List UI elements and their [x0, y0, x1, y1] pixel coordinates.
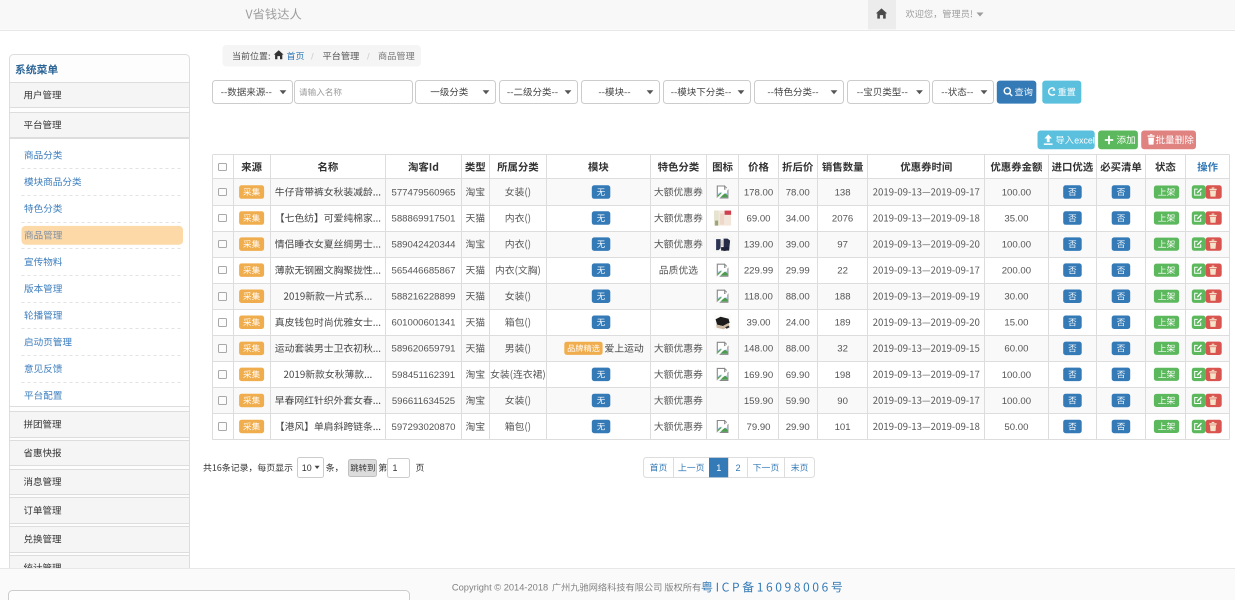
svg-text:100.00: 100.00: [1002, 240, 1031, 251]
svg-text:32: 32: [837, 344, 848, 355]
svg-text:589042420344: 589042420344: [391, 240, 456, 251]
svg-text:29.90: 29.90: [786, 422, 810, 433]
svg-text:39.00: 39.00: [786, 240, 810, 251]
svg-text:189: 189: [835, 318, 851, 329]
svg-text:565446685867: 565446685867: [391, 266, 455, 277]
svg-text:Copyright © 2014-2018: Copyright © 2014-2018: [452, 583, 548, 593]
svg-text:138: 138: [835, 187, 851, 198]
svg-text:159.90: 159.90: [744, 396, 773, 407]
svg-text:188: 188: [835, 292, 851, 303]
svg-text:/: /: [367, 50, 370, 61]
svg-text:35.00: 35.00: [1004, 214, 1028, 225]
svg-text:2: 2: [735, 463, 740, 473]
svg-text:24.00: 24.00: [786, 318, 810, 329]
svg-text:178.00: 178.00: [744, 187, 773, 198]
svg-text:100.00: 100.00: [1002, 187, 1031, 198]
svg-text:118.00: 118.00: [744, 292, 773, 303]
svg-text:596611634525: 596611634525: [392, 396, 455, 407]
svg-text:101: 101: [835, 422, 851, 433]
svg-text:97: 97: [837, 240, 848, 251]
svg-text:78.00: 78.00: [786, 187, 810, 198]
svg-text:/: /: [311, 50, 314, 61]
svg-text:588869917501: 588869917501: [391, 214, 455, 225]
svg-text:22: 22: [837, 266, 848, 277]
svg-text:90: 90: [837, 396, 848, 407]
svg-text:59.90: 59.90: [786, 396, 810, 407]
svg-text:1: 1: [716, 463, 721, 473]
svg-text:198: 198: [835, 370, 851, 381]
svg-text:100.00: 100.00: [1002, 370, 1031, 381]
svg-text:50.00: 50.00: [1004, 422, 1028, 433]
svg-text:2076: 2076: [832, 214, 853, 225]
svg-text:30.00: 30.00: [1004, 292, 1028, 303]
svg-text:10: 10: [302, 463, 312, 473]
svg-text:601000601341: 601000601341: [391, 318, 455, 329]
svg-text:148.00: 148.00: [744, 344, 773, 355]
svg-text:1: 1: [393, 463, 398, 473]
svg-text:139.00: 139.00: [744, 240, 773, 251]
svg-text:79.90: 79.90: [746, 422, 770, 433]
svg-text:229.99: 229.99: [744, 266, 773, 277]
svg-text:88.00: 88.00: [786, 344, 810, 355]
svg-text:200.00: 200.00: [1002, 266, 1031, 277]
svg-text:100.00: 100.00: [1002, 396, 1031, 407]
svg-text:598451162391: 598451162391: [392, 370, 455, 381]
svg-text:597293020870: 597293020870: [391, 422, 455, 433]
svg-text:88.00: 88.00: [786, 292, 810, 303]
svg-text:39.00: 39.00: [746, 318, 770, 329]
svg-text:589620659791: 589620659791: [391, 344, 455, 355]
svg-text:169.90: 169.90: [744, 370, 773, 381]
svg-text:588216228899: 588216228899: [391, 292, 455, 303]
svg-text:69.90: 69.90: [786, 370, 810, 381]
svg-text:15.00: 15.00: [1004, 318, 1028, 329]
svg-text:577479560965: 577479560965: [391, 187, 455, 198]
svg-text:excel: excel: [1074, 135, 1095, 145]
svg-text:34.00: 34.00: [786, 214, 810, 225]
svg-text:69.00: 69.00: [746, 214, 770, 225]
svg-text:29.99: 29.99: [786, 266, 810, 277]
svg-text:60.00: 60.00: [1004, 344, 1028, 355]
